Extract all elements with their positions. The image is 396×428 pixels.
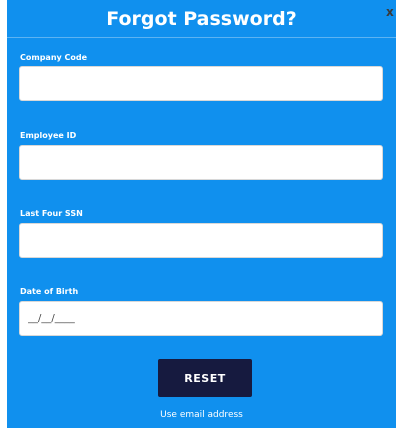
use-email-address-link[interactable]: Use email address xyxy=(7,409,396,421)
last-four-ssn-input[interactable] xyxy=(19,223,383,258)
modal-title: Forgot Password? xyxy=(106,8,297,30)
forgot-password-modal: Forgot Password? x Company Code Employee… xyxy=(7,0,396,428)
close-icon[interactable]: x xyxy=(386,6,396,18)
company-code-label: Company Code xyxy=(20,53,88,62)
reset-button[interactable]: RESET xyxy=(158,359,252,397)
company-code-input[interactable] xyxy=(19,66,383,101)
employee-id-input[interactable] xyxy=(19,145,383,180)
date-of-birth-input[interactable] xyxy=(19,301,383,336)
header-divider xyxy=(7,37,396,38)
date-of-birth-label: Date of Birth xyxy=(20,287,79,296)
employee-id-label: Employee ID xyxy=(20,131,77,140)
last-four-ssn-label: Last Four SSN xyxy=(20,209,83,218)
